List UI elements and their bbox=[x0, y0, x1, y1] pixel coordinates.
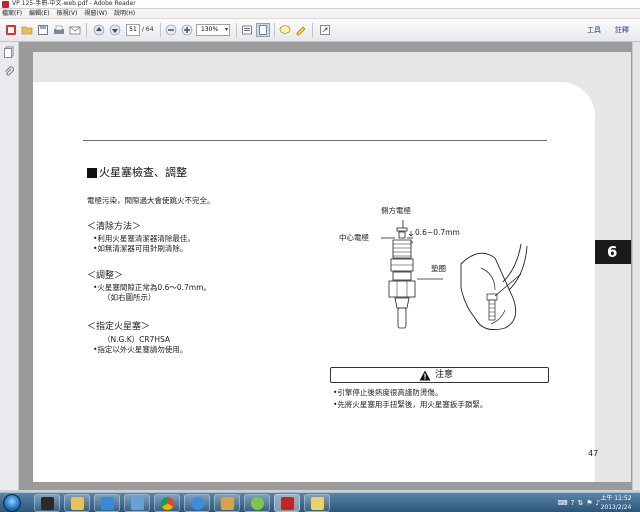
highlight-icon[interactable] bbox=[294, 23, 308, 37]
clock[interactable]: 上午 11:52 2013/2/24 bbox=[598, 494, 634, 512]
attachment-icon[interactable] bbox=[3, 66, 15, 78]
comment-panel-button[interactable]: 註釋 bbox=[615, 24, 629, 36]
menu-file[interactable]: 檔案(F) bbox=[2, 9, 22, 18]
toolbar-divider bbox=[86, 23, 87, 37]
taskbar-app-blue-icon[interactable] bbox=[124, 494, 150, 512]
network-icon[interactable]: ⇅ bbox=[577, 497, 583, 509]
menu-edit[interactable]: 編輯(E) bbox=[29, 9, 49, 18]
fit-width-icon[interactable] bbox=[240, 23, 254, 37]
spark-plug-model: （N.G.K）CR7HSA bbox=[103, 335, 170, 344]
zoom-out-icon[interactable] bbox=[164, 23, 178, 37]
taskbar-app-explorer-icon[interactable] bbox=[64, 494, 90, 512]
specified-heading: ＜指定火星塞＞ bbox=[87, 322, 151, 332]
menu-bar: 檔案(F) 編輯(E) 檢視(V) 視窗(W) 說明(H) bbox=[0, 9, 640, 19]
taskbar-app-ie-icon[interactable] bbox=[184, 494, 210, 512]
caution-item: •引擎停止後熱度很高謹防燙傷。 bbox=[333, 388, 443, 397]
document-viewport[interactable]: 6 火星塞檢查、調整 電極污染，間隙過大會使跳火不完全。 ＜清除方法＞ •利用火… bbox=[19, 42, 640, 490]
tools-panel-button[interactable]: 工具 bbox=[587, 24, 601, 36]
start-button[interactable] bbox=[3, 494, 21, 512]
toolbar-divider bbox=[312, 23, 313, 37]
taskbar-app-windows-icon[interactable] bbox=[94, 494, 120, 512]
taskbar-app-msn-icon[interactable] bbox=[244, 494, 270, 512]
toolbar-divider bbox=[236, 23, 237, 37]
side-electrode-label: 側方電極 bbox=[381, 206, 411, 215]
email-icon[interactable] bbox=[68, 23, 82, 37]
print-icon[interactable] bbox=[52, 23, 66, 37]
flag-icon[interactable]: ⚑ bbox=[586, 497, 592, 509]
taskbar-app-chrome-icon[interactable] bbox=[154, 494, 180, 512]
expand-icon[interactable] bbox=[318, 23, 332, 37]
previous-page-icon[interactable] bbox=[92, 23, 106, 37]
pages-thumbnail-icon[interactable] bbox=[3, 46, 15, 58]
save-icon[interactable] bbox=[36, 23, 50, 37]
menu-help[interactable]: 說明(H) bbox=[114, 9, 135, 18]
zoom-in-icon[interactable] bbox=[180, 23, 194, 37]
chapter-tab: 6 bbox=[595, 240, 631, 264]
intro-text: 電極污染，間隙過大會使跳火不完全。 bbox=[87, 196, 215, 205]
taskbar-app-adobe-reader-icon[interactable] bbox=[274, 494, 300, 512]
caution-item: •先將火星塞用手扭緊後，用火星塞扳手鎖緊。 bbox=[333, 400, 488, 409]
fit-page-icon[interactable] bbox=[256, 23, 270, 37]
pdf-page: 6 火星塞檢查、調整 電極污染，間隙過大會使跳火不完全。 ＜清除方法＞ •利用火… bbox=[33, 52, 631, 482]
title-bar: VP 125-手冊-中文-web.pdf - Adobe Reader bbox=[0, 0, 640, 9]
section-title: 火星塞檢查、調整 bbox=[99, 166, 187, 179]
vertical-scrollbar[interactable] bbox=[632, 42, 640, 490]
system-tray: ⌨ ? ⇅ ⚑ ♪ bbox=[558, 497, 600, 509]
caution-box: 注意 bbox=[330, 367, 549, 383]
adjust-item: •火星塞間隙正常為0.6～0.7mm。 bbox=[93, 283, 211, 292]
caution-label: 注意 bbox=[435, 370, 454, 380]
create-pdf-icon[interactable] bbox=[4, 23, 18, 37]
section-marker bbox=[87, 168, 97, 178]
taskbar-app-tool-icon[interactable] bbox=[304, 494, 330, 512]
clean-item: •如無清潔器可用針刷清除。 bbox=[93, 244, 188, 253]
clean-heading: ＜清除方法＞ bbox=[87, 222, 142, 232]
washer-label: 墊圈 bbox=[431, 264, 446, 273]
window-title: VP 125-手冊-中文-web.pdf - Adobe Reader bbox=[12, 0, 136, 7]
comment-note-icon[interactable] bbox=[278, 23, 292, 37]
clock-time: 上午 11:52 bbox=[600, 495, 632, 502]
warning-triangle-icon bbox=[419, 370, 431, 381]
navigation-pane bbox=[0, 42, 19, 490]
clean-item: •利用火星塞清潔器清除最佳。 bbox=[93, 234, 195, 243]
next-page-icon[interactable] bbox=[108, 23, 122, 37]
adjust-note: （如右圖所示） bbox=[103, 293, 156, 302]
taskbar-app-paint-icon[interactable] bbox=[214, 494, 240, 512]
chevron-down-icon: ▾ bbox=[224, 26, 228, 33]
menu-view[interactable]: 檢視(V) bbox=[57, 9, 78, 18]
page-total-label: / 64 bbox=[142, 26, 154, 33]
menu-window[interactable]: 視窗(W) bbox=[84, 9, 107, 18]
adjust-heading: ＜調整＞ bbox=[87, 271, 124, 281]
toolbar-divider bbox=[274, 23, 275, 37]
open-file-icon[interactable] bbox=[20, 23, 34, 37]
spark-plug-diagram: 側方電極 中心電極 0.6~0.7mm 墊圈 bbox=[331, 204, 531, 334]
keyboard-icon[interactable]: ⌨ bbox=[558, 497, 568, 509]
center-electrode-label: 中心電極 bbox=[339, 233, 369, 242]
toolbar: 51 / 64 130% ▾ 工具 註釋 bbox=[0, 19, 640, 42]
page-number-input[interactable]: 51 bbox=[126, 24, 140, 36]
gap-measurement-label: 0.6~0.7mm bbox=[415, 228, 460, 237]
help-icon[interactable]: ? bbox=[571, 497, 575, 509]
page-number: 47 bbox=[588, 449, 599, 458]
taskbar-app-media-icon[interactable] bbox=[34, 494, 60, 512]
specified-item: •指定以外火星塞請勿使用。 bbox=[93, 345, 188, 354]
taskbar: ⌨ ? ⇅ ⚑ ♪ 上午 11:52 2013/2/24 bbox=[0, 492, 640, 512]
zoom-level-select[interactable]: 130% ▾ bbox=[196, 24, 230, 36]
clock-date: 2013/2/24 bbox=[600, 504, 632, 511]
toolbar-divider bbox=[160, 23, 161, 37]
section-rule bbox=[83, 140, 547, 141]
adobe-reader-icon bbox=[2, 1, 9, 8]
zoom-level-value: 130% bbox=[201, 26, 219, 33]
